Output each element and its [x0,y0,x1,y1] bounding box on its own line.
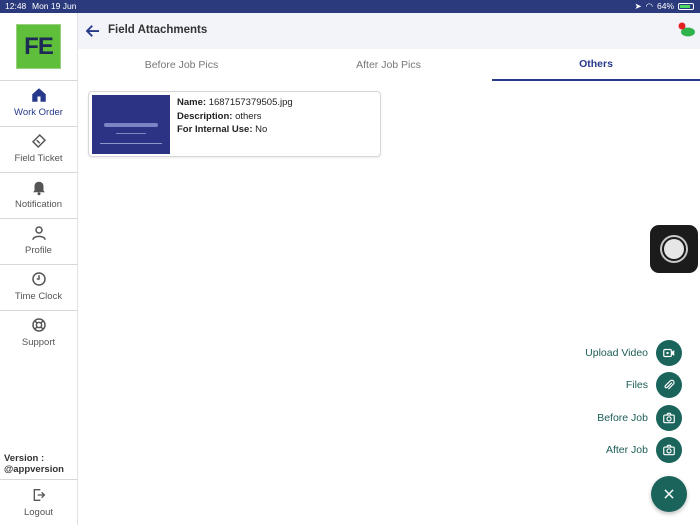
tab-after-job-pics[interactable]: After Job Pics [285,49,492,81]
action-label: Upload Video [585,347,648,359]
sidebar-item-work-order[interactable]: Work Order [0,80,77,126]
battery-percent: 64% [656,1,674,11]
name-label: Name: [177,97,207,108]
sidebar-item-label: Work Order [14,107,63,118]
attachment-internal-row: For Internal Use: No [177,123,293,137]
description-label: Description: [177,110,233,122]
person-icon [31,226,46,240]
paperclip-icon[interactable] [656,372,682,398]
sidebar-item-label: Support [21,337,56,348]
ticket-icon [31,133,46,149]
sync-status-icon [678,22,695,37]
camera-icon[interactable] [656,405,682,431]
video-icon[interactable] [656,340,682,366]
logout-label: Logout [23,507,54,518]
home-icon [31,88,46,102]
location-icon: ➤ [634,1,642,11]
attachment-description-row: Description: others [177,110,293,124]
sidebar-item-label: Profile [25,245,52,256]
files-action[interactable]: Files [626,372,682,398]
sidebar: FE Work Order Field Ticket Notification … [0,13,78,525]
sidebar-item-profile[interactable]: Profile [0,218,77,264]
attachment-internal-value: No [255,124,268,135]
assistive-touch-button[interactable] [650,225,698,273]
version-value: @appversion [4,464,64,475]
camera-icon[interactable] [656,437,682,463]
tab-others[interactable]: Others [492,49,700,81]
assistive-touch-icon [660,235,688,263]
status-indicators: ➤ ◠ 64% [634,0,694,13]
status-time: 12:48 [5,1,27,11]
close-actions-button[interactable] [651,476,687,512]
thumbnail-content [116,133,146,134]
action-label: Files [625,379,648,391]
battery-icon [678,3,694,10]
sidebar-item-label: Notification [15,199,62,210]
version-info: Version : @appversion [4,453,64,475]
sidebar-item-field-ticket[interactable]: Field Ticket [0,126,77,172]
action-label: Before Job [597,412,648,424]
status-bar: 12:48 Mon 19 Jun ➤ ◠ 64% [0,0,700,13]
action-label: After Job [605,444,648,456]
attachment-description: others [235,110,262,122]
logout-button[interactable]: Logout [0,479,77,525]
attachment-card[interactable]: Name: 1687157379505.jpg Description: oth… [88,91,381,157]
lifebuoy-icon [31,318,46,332]
internal-label: For Internal Use: [177,124,253,135]
attachment-details: Name: 1687157379505.jpg Description: oth… [177,96,293,137]
status-date: Mon 19 Jun [32,1,77,11]
app-logo: FE [16,24,61,69]
sidebar-item-time-clock[interactable]: Time Clock [0,264,77,310]
bell-icon [32,181,45,196]
tab-before-job-pics[interactable]: Before Job Pics [78,49,285,81]
upload-video-action[interactable]: Upload Video [585,340,682,366]
sidebar-item-support[interactable]: Support [0,310,77,356]
page-header: Field Attachments [78,13,700,49]
tab-bar: Before Job Pics After Job Pics Others [78,49,700,81]
wifi-icon: ◠ [645,1,653,11]
page-title: Field Attachments [108,24,208,36]
logout-icon [33,489,45,501]
sidebar-item-notification[interactable]: Notification [0,172,77,218]
attachment-name-row: Name: 1687157379505.jpg [177,96,293,110]
attachment-thumbnail[interactable] [92,95,170,154]
before-job-action[interactable]: Before Job [597,405,682,431]
version-label: Version : [4,453,45,464]
thumbnail-content [104,123,158,127]
back-arrow-icon[interactable] [84,22,102,40]
attachment-name: 1687157379505.jpg [208,97,293,108]
clock-icon [31,272,46,286]
thumbnail-content [100,143,162,144]
sidebar-item-label: Field Ticket [14,153,63,164]
after-job-action[interactable]: After Job [606,437,682,463]
close-icon [664,489,674,499]
sidebar-item-label: Time Clock [14,291,63,302]
